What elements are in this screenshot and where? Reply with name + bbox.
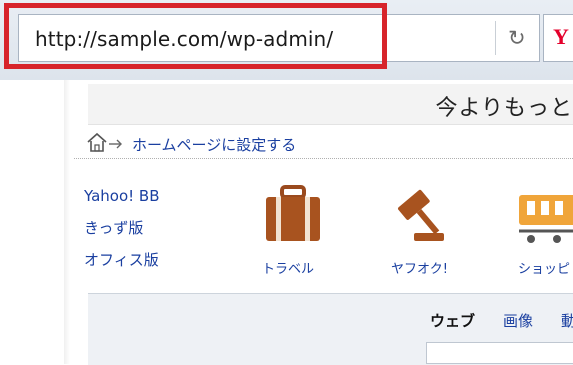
home-arrow-icon [86, 132, 130, 158]
service-travel-label[interactable]: トラベル [262, 258, 314, 277]
banner-text: 今よりもっと [435, 96, 573, 121]
set-homepage-link[interactable]: ホームページに設定する [132, 134, 296, 155]
top-banner: 今よりもっと [88, 84, 573, 125]
search-input[interactable] [426, 342, 573, 364]
service-travel[interactable] [248, 185, 338, 251]
search-tab-more[interactable]: 動 [561, 310, 573, 331]
dotted-divider [74, 158, 573, 159]
gavel-icon [384, 189, 454, 251]
yahoo-tab[interactable]: Y [543, 14, 573, 62]
url-highlight-annotation [4, 3, 387, 69]
service-auction[interactable] [374, 185, 464, 251]
service-shopping-label[interactable]: ショッピ [518, 258, 570, 277]
search-tab-web[interactable]: ウェブ [430, 310, 475, 331]
suitcase-icon [258, 185, 328, 251]
address-bar-divider [495, 21, 496, 55]
side-link-kids[interactable]: きっず版 [84, 212, 160, 244]
side-link-office[interactable]: オフィス版 [84, 244, 160, 276]
cart-icon [505, 195, 573, 251]
side-links: Yahoo! BB きっず版 オフィス版 [84, 180, 160, 276]
search-tab-image[interactable]: 画像 [503, 310, 533, 331]
yahoo-logo-icon: Y [553, 24, 569, 49]
set-homepage-row[interactable]: ホームページに設定する [74, 130, 573, 158]
service-auction-label[interactable]: ヤフオク! [391, 258, 448, 277]
refresh-icon[interactable]: ↻ [508, 26, 526, 50]
side-link-yahoo-bb[interactable]: Yahoo! BB [84, 180, 160, 212]
service-shopping[interactable] [500, 185, 573, 251]
